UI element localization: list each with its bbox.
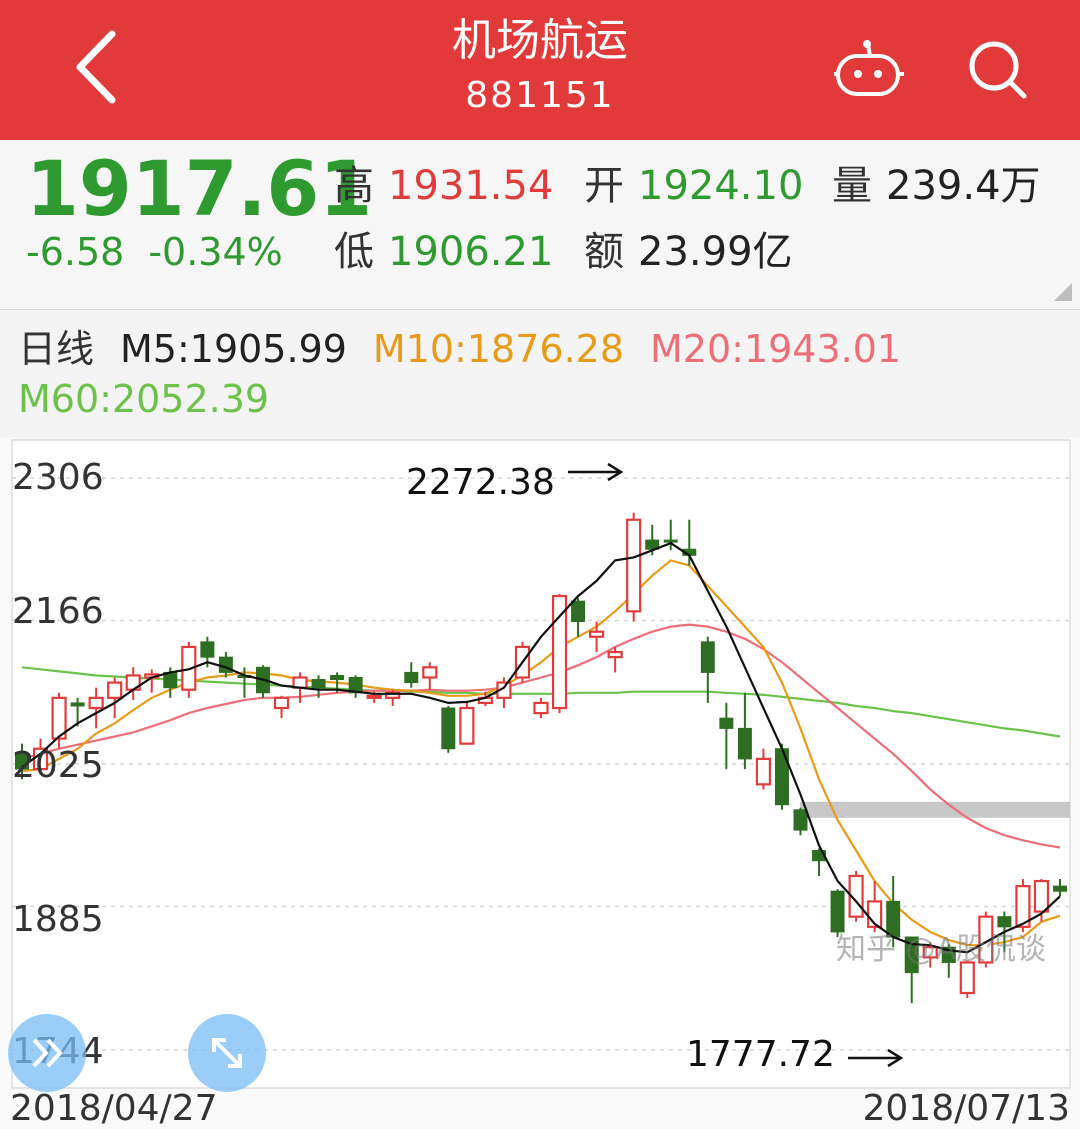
kline-svg[interactable] (0, 438, 1080, 1129)
high-field: 高 1931.54 (334, 162, 553, 210)
expand-corner-icon[interactable] (1054, 283, 1072, 301)
end-date-label: 2018/07/13 (862, 1088, 1071, 1129)
y-tick-label: 1885 (12, 899, 104, 940)
title-bar: 机场航运 881151 (0, 0, 1080, 140)
expand-arrows-icon (212, 1038, 242, 1068)
ma10-value: M10:1876.28 (372, 327, 625, 371)
search-button[interactable] (962, 36, 1034, 108)
search-icon (969, 41, 1027, 99)
open-field: 开 1924.10 (584, 162, 803, 210)
ma-legend-row-2: M60:2052.39 (18, 376, 295, 422)
y-tick-label: 2025 (12, 745, 104, 786)
change-percent: -0.34% (148, 230, 283, 274)
candle-body-down (719, 717, 734, 729)
candle-body-up (88, 696, 104, 710)
candle-body-down (200, 641, 215, 658)
ma20-value: M20:1943.01 (650, 327, 902, 371)
arrow-right-icon (568, 462, 624, 482)
low-value: 1906.21 (388, 229, 554, 275)
candle-body-down (571, 600, 586, 623)
change-value: -6.58 (26, 230, 125, 274)
candle-body-up (107, 681, 123, 699)
candle-body-up (1033, 879, 1050, 913)
candle-body-down (330, 674, 345, 681)
low-annotation: 1777.72 (686, 1034, 835, 1076)
watermark: 知乎 @A股侃谈 (836, 932, 1047, 967)
high-annotation-text: 2272.38 (406, 462, 555, 503)
candle-body-up (533, 701, 549, 715)
kline-chart[interactable]: 2306 2166 2025 1885 1744 2272.38 1777.72… (0, 438, 1080, 1129)
ma-legend: 日线 M5:1905.99 M10:1876.28 M20:1943.01 M60:2… (0, 312, 1080, 438)
candle-body-down (441, 707, 456, 750)
candle-body-down (737, 727, 752, 760)
amount-field: 额 23.99亿 (584, 228, 793, 276)
candle-body-up (273, 696, 290, 710)
y-tick-label: 2306 (12, 457, 104, 498)
amount-value: 23.99亿 (638, 229, 793, 275)
candle-body-up (422, 666, 438, 679)
candle-body-down (70, 702, 85, 707)
double-chevron-right-icon (32, 1038, 63, 1068)
candle-body-down (663, 539, 678, 543)
amount-label: 额 (584, 229, 624, 275)
fullscreen-button[interactable] (188, 1014, 266, 1092)
ma-legend-row-1: 日线 M5:1905.99 M10:1876.28 M20:1943.01 (18, 326, 927, 372)
expand-panel-button[interactable] (8, 1014, 86, 1092)
robot-assistant-button[interactable] (832, 38, 908, 102)
candle-body-down (1053, 885, 1067, 892)
low-label: 低 (334, 229, 374, 275)
price-change: -6.58 -0.34% (26, 230, 307, 274)
page-title: 机场航运 (452, 15, 628, 66)
candle-body-up (366, 694, 382, 699)
arrow-right-icon (848, 1048, 904, 1068)
volume-value: 239.4万 (886, 163, 1041, 209)
quote-panel: 1917.61 -6.58 -0.34% 高 1931.54 开 1924.10 量2… (0, 140, 1080, 310)
candle-body-down (404, 671, 419, 684)
candle-body-up (626, 518, 642, 613)
high-annotation: 2272.38 (406, 462, 555, 504)
high-value: 1931.54 (388, 163, 554, 209)
y-tick-label: 2166 (12, 591, 104, 632)
volume-field: 量 239.4万 (832, 162, 1041, 210)
robot-icon (834, 40, 904, 96)
ma5-value: M5:1905.99 (120, 327, 347, 371)
candle-body-down (700, 641, 715, 673)
period-kind[interactable]: 日线 (18, 327, 94, 371)
open-value: 1924.10 (638, 163, 804, 209)
candle-body-down (793, 809, 808, 831)
last-price: 1917.61 (26, 144, 373, 233)
candle-body-down (311, 679, 326, 689)
low-annotation-text: 1777.72 (686, 1034, 835, 1075)
start-date-label: 2018/04/27 (10, 1088, 218, 1129)
open-label: 开 (584, 163, 624, 209)
ma60-value: M60:2052.39 (18, 377, 270, 421)
candle-body-up (755, 757, 772, 786)
candle-body-up (607, 650, 623, 659)
candle-body-up (459, 706, 475, 745)
low-field: 低 1906.21 (334, 228, 553, 276)
volume-label: 量 (832, 163, 872, 209)
stock-code: 881151 (465, 75, 615, 116)
resistance-band (800, 801, 1070, 818)
high-label: 高 (334, 163, 374, 209)
candle-body-up (589, 630, 605, 638)
